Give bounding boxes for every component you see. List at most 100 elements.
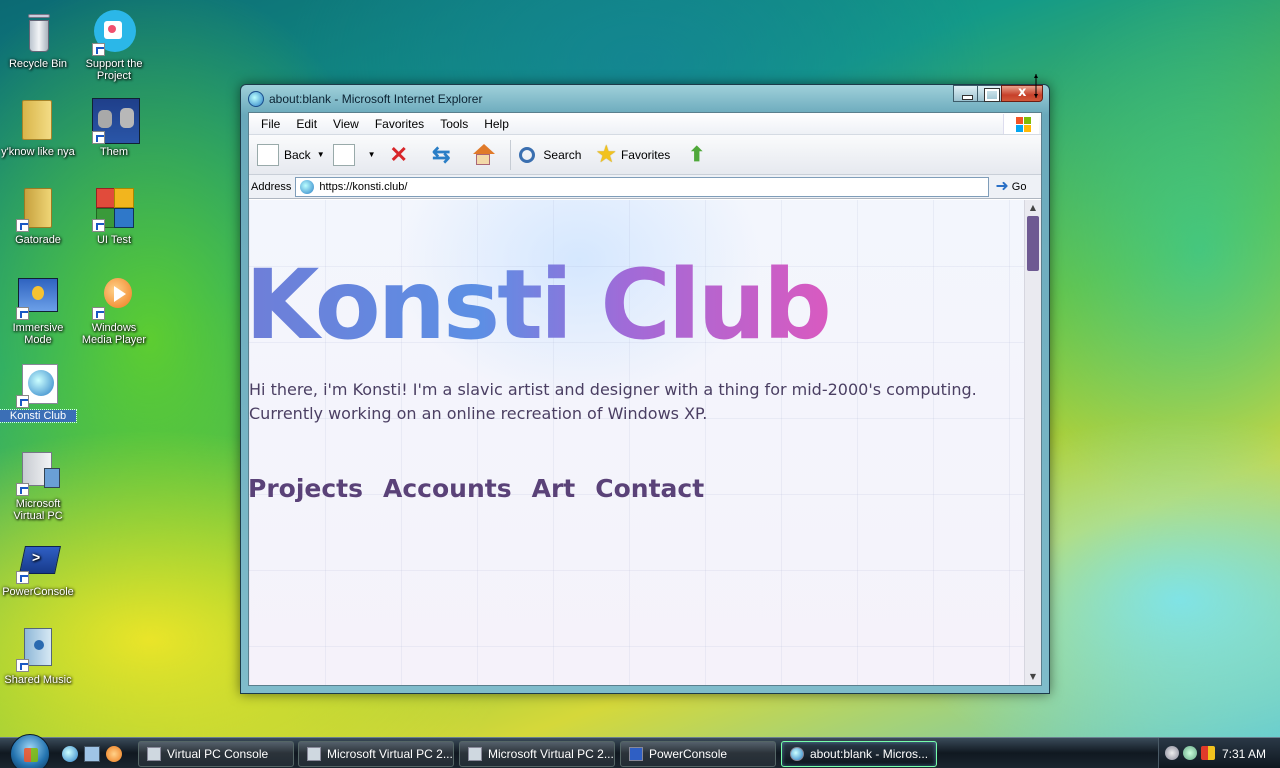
maximize-button[interactable] — [977, 85, 1002, 102]
desktop-icon-ui-test[interactable]: UI Test — [76, 184, 152, 246]
shortcut-arrow-icon — [16, 659, 29, 672]
desktop-icon-shared-music[interactable]: Shared Music — [0, 624, 76, 686]
powershell-icon — [629, 747, 643, 761]
page-icon — [300, 179, 315, 194]
resize-cursor-icon — [1034, 74, 1038, 98]
desktop-icon-yknow-like-nya[interactable]: y'know like nya — [0, 96, 76, 158]
shortcut-arrow-icon — [16, 571, 29, 584]
desktop-icon-label: Recycle Bin — [8, 58, 68, 70]
shortcut-arrow-icon — [16, 307, 29, 320]
desktop-icon-label: PowerConsole — [2, 586, 74, 598]
title-bar[interactable]: about:blank - Microsoft Internet Explore… — [241, 85, 1049, 111]
volume-icon[interactable] — [1183, 746, 1197, 760]
menu-tools[interactable]: Tools — [432, 117, 476, 131]
scroll-up-arrow-icon[interactable]: ▲ — [1025, 200, 1041, 216]
desktop-icon-microsoft-virtual-pc[interactable]: Microsoft Virtual PC — [0, 448, 76, 522]
desktop-icon-label: Them — [99, 146, 129, 158]
search-button[interactable]: Search — [519, 146, 581, 163]
scrollbar-thumb[interactable] — [1027, 216, 1039, 271]
forward-button[interactable]: ▼ — [332, 143, 376, 166]
history-button[interactable]: ⬆ — [688, 142, 705, 167]
back-button[interactable]: Back ▼ — [257, 143, 325, 166]
desktop-icon-support-the-project[interactable]: Support the Project — [76, 8, 152, 82]
taskbar-button-label: PowerConsole — [649, 747, 728, 761]
virtual-pc-icon — [468, 747, 482, 761]
quicklaunch-internet-explorer-icon[interactable] — [62, 746, 78, 762]
desktop-icon-label: Immersive Mode — [12, 322, 64, 346]
web-page-content: Konsti Club Hi there, i'm Konsti! I'm a … — [249, 200, 1024, 685]
address-url: https://konsti.club/ — [319, 180, 408, 193]
favorites-button[interactable]: ★ Favorites — [595, 142, 670, 166]
shortcut-arrow-icon — [92, 219, 105, 232]
shortcut-arrow-icon — [16, 219, 29, 232]
desktop-icon-recycle-bin[interactable]: Recycle Bin — [0, 8, 76, 70]
go-button[interactable]: ➜ Go — [995, 178, 1026, 194]
security-shield-icon[interactable] — [1201, 746, 1215, 760]
network-icon[interactable] — [1165, 746, 1179, 760]
nav-link-accounts[interactable]: Accounts — [383, 474, 512, 503]
site-hero-title: Konsti Club — [249, 250, 832, 360]
scroll-down-arrow-icon[interactable]: ▼ — [1025, 669, 1041, 685]
chevron-down-icon[interactable]: ▼ — [368, 150, 376, 159]
desktop-icon-them[interactable]: Them — [76, 96, 152, 158]
desktop-icon-label: UI Test — [96, 234, 132, 246]
immersive-mode-icon — [16, 272, 60, 320]
desktop-icon-windows-media-player[interactable]: Windows Media Player — [76, 272, 152, 346]
chevron-down-icon[interactable]: ▼ — [317, 150, 325, 159]
desktop-icon-konsti-club[interactable]: Konsti Club — [0, 360, 77, 423]
windows-logo-icon — [1003, 114, 1039, 134]
ui-test-icon — [92, 184, 136, 232]
toolbar: Back ▼ ▼ ✕ ⇆ Search ★ Favorites ⬆ — [249, 135, 1041, 175]
address-label: Address — [251, 180, 292, 193]
shortcut-arrow-icon — [92, 43, 105, 56]
menu-file[interactable]: File — [253, 117, 288, 131]
taskbar: Virtual PC Console Microsoft Virtual PC … — [0, 734, 1280, 768]
taskbar-button-label: Microsoft Virtual PC 2... — [488, 747, 614, 761]
desktop-icon-label: Microsoft Virtual PC — [13, 498, 63, 522]
clock[interactable]: 7:31 AM — [1222, 747, 1266, 761]
system-tray: 7:31 AM — [1158, 738, 1280, 768]
desktop-icon-immersive-mode[interactable]: Immersive Mode — [0, 272, 76, 346]
quicklaunch-media-player-icon[interactable] — [106, 746, 122, 762]
history-arrow-icon: ⬆ — [688, 144, 706, 166]
address-input[interactable]: https://konsti.club/ — [295, 176, 990, 197]
intro-paragraph: Hi there, i'm Konsti! I'm a slavic artis… — [249, 380, 977, 423]
taskbar-button-virtual-pc-console[interactable]: Virtual PC Console — [138, 741, 294, 767]
taskbar-button-internet-explorer[interactable]: about:blank - Micros... — [781, 741, 937, 767]
nav-link-art[interactable]: Art — [532, 474, 576, 503]
shortcut-arrow-icon — [16, 395, 29, 408]
shortcut-arrow-icon — [16, 483, 29, 496]
quicklaunch-show-desktop-icon[interactable] — [84, 746, 100, 762]
shortcut-arrow-icon — [92, 307, 105, 320]
menu-bar: File Edit View Favorites Tools Help — [249, 113, 1041, 135]
menu-favorites[interactable]: Favorites — [367, 117, 432, 131]
ie-window: about:blank - Microsoft Internet Explore… — [240, 84, 1050, 694]
stop-icon: ✕ — [389, 141, 408, 167]
virtual-pc-icon — [307, 747, 321, 761]
minimize-button[interactable] — [953, 85, 978, 102]
folder-icon — [16, 96, 60, 144]
back-label: Back — [284, 147, 311, 162]
desktop-icon-powerconsole[interactable]: > PowerConsole — [0, 536, 76, 598]
menu-edit[interactable]: Edit — [288, 117, 325, 131]
desktop-icon-gatorade[interactable]: Gatorade — [0, 184, 76, 246]
taskbar-button-virtual-pc-2[interactable]: Microsoft Virtual PC 2... — [459, 741, 615, 767]
recycle-bin-icon — [16, 8, 60, 56]
start-button[interactable] — [10, 734, 50, 768]
taskbar-button-virtual-pc-1[interactable]: Microsoft Virtual PC 2... — [298, 741, 454, 767]
stop-button[interactable]: ✕ — [389, 141, 408, 167]
menu-help[interactable]: Help — [476, 117, 517, 131]
menu-view[interactable]: View — [325, 117, 367, 131]
nav-link-contact[interactable]: Contact — [595, 474, 704, 503]
folder-icon — [16, 184, 60, 232]
taskbar-button-powerconsole[interactable]: PowerConsole — [620, 741, 776, 767]
refresh-button[interactable]: ⇆ — [432, 143, 450, 165]
desktop-icon-label: Shared Music — [4, 674, 72, 686]
taskbar-button-label: about:blank - Micros... — [810, 747, 929, 761]
virtual-pc-icon — [16, 448, 60, 496]
site-nav: Projects Accounts Art Contact — [249, 474, 704, 503]
home-button[interactable] — [472, 143, 496, 166]
address-bar: Address https://konsti.club/ ➜ Go — [249, 175, 1041, 199]
nav-link-projects[interactable]: Projects — [249, 474, 363, 503]
vertical-scrollbar[interactable]: ▲ ▼ — [1024, 200, 1041, 685]
